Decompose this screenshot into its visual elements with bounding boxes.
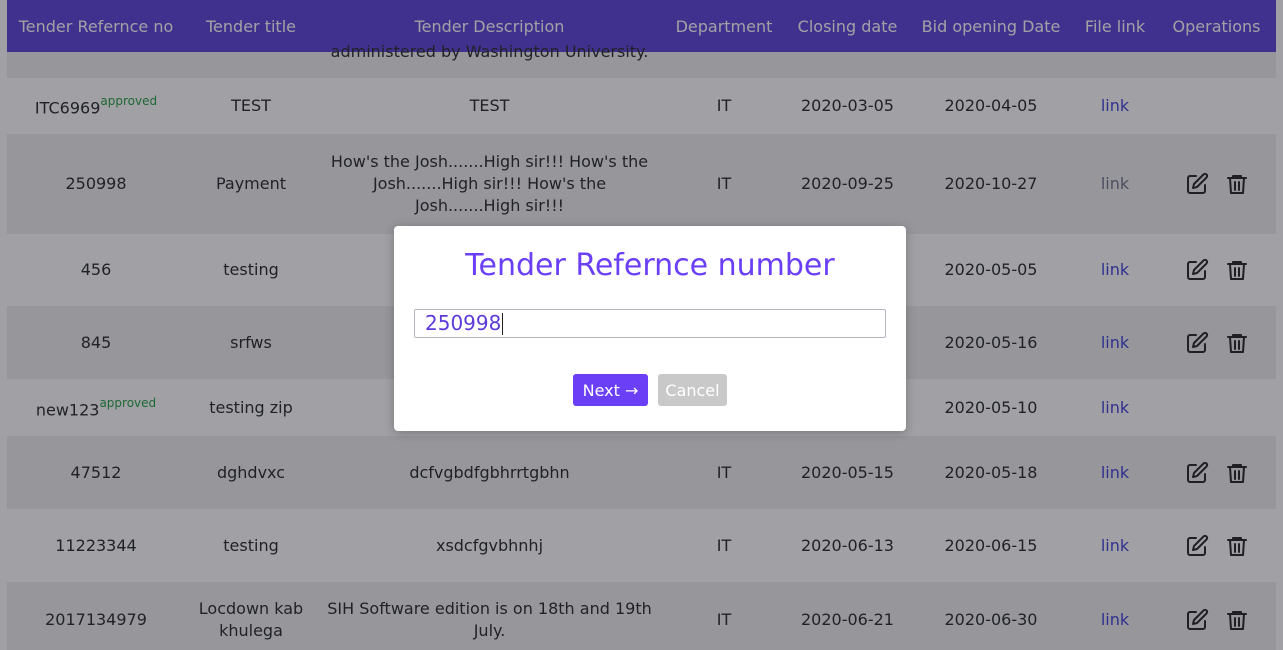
next-button[interactable]: Next → [573, 374, 648, 406]
tender-ref-input-value: 250998 [425, 311, 502, 335]
tender-ref-dialog: Tender Refernce number 250998 Next → Can… [394, 226, 906, 431]
tender-ref-input[interactable]: 250998 [414, 309, 886, 338]
text-caret [502, 312, 504, 335]
cancel-button[interactable]: Cancel [658, 374, 727, 406]
dialog-title: Tender Refernce number [465, 248, 835, 283]
